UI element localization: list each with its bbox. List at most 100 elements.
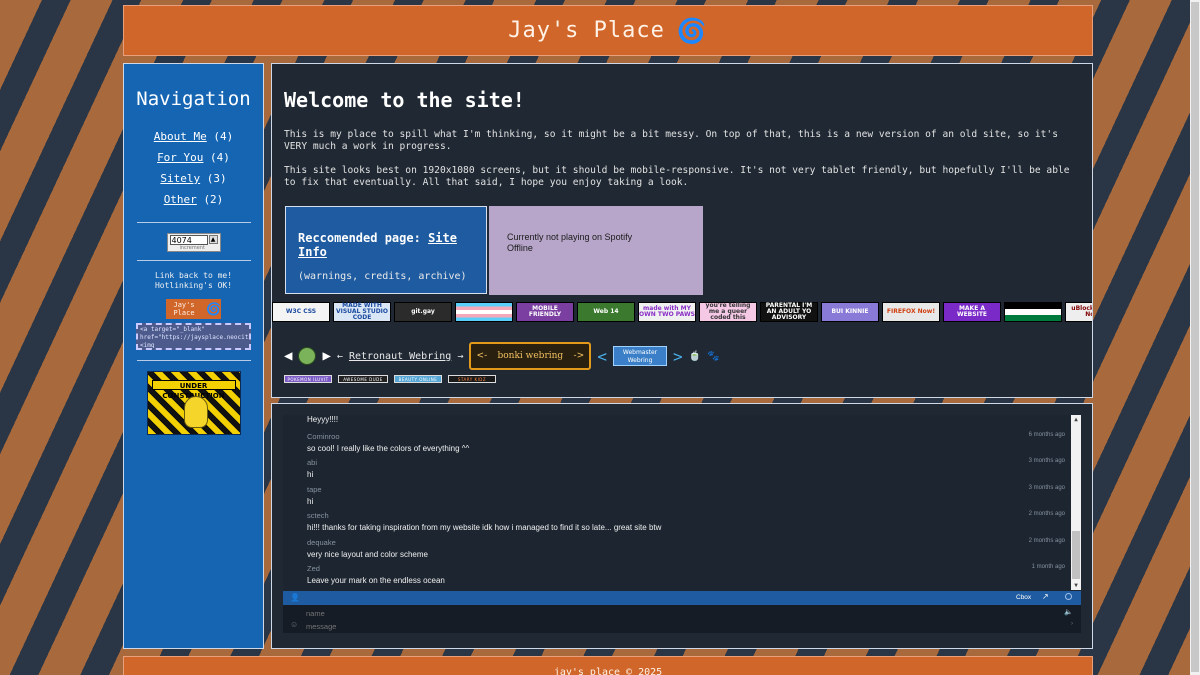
chat-scrollbar[interactable]: ▲ ▼ (1071, 415, 1081, 590)
badge-button[interactable] (455, 302, 513, 322)
bonki-next-link[interactable]: -> (574, 351, 585, 361)
chat-author[interactable]: dequake (307, 538, 1065, 547)
small-badge[interactable]: POKEMON ILUVIT (284, 375, 332, 383)
badge-button[interactable]: git.gay (394, 302, 452, 322)
chat-message: Zed Leave your mark on the endless ocean 1… (307, 564, 1065, 585)
badge-button[interactable] (1004, 302, 1062, 322)
badge-button[interactable]: Web 14 (577, 302, 635, 322)
page-scrollbar[interactable] (1190, 0, 1200, 675)
chat-message: sctech hi!!! thanks for taking inspiratio… (307, 511, 1065, 532)
chat-timestamp: 1 month ago (1031, 564, 1065, 570)
badge-button[interactable]: made with MY OWN TWO PAWS (638, 302, 696, 322)
divider (136, 260, 251, 261)
chat-timestamp: 2 months ago (1028, 511, 1065, 517)
scroll-thumb[interactable] (1072, 531, 1080, 579)
chat-author[interactable]: abi (307, 458, 1065, 467)
nav-link-other[interactable]: Other (164, 193, 197, 206)
chat-message: abi hi 3 months ago (307, 458, 1065, 479)
webring-prev-icon[interactable]: ◀ (284, 348, 292, 364)
badge-button[interactable]: W3C CSS (272, 302, 330, 322)
spiral-icon: 🌀 (676, 16, 708, 45)
divider (136, 222, 251, 223)
nav-item-for-you: For You (4) (157, 151, 230, 164)
chat-text: so cool! I really like the colors of eve… (307, 444, 470, 453)
chat-author[interactable]: Zed (307, 564, 1065, 573)
chat-author[interactable]: sctech (307, 511, 1065, 520)
counter-value: 4074 (169, 235, 208, 245)
cbox-chat-panel: Heyyy!!!! Cominroo so cool! I really like … (271, 403, 1093, 649)
badge-button[interactable]: uBlock Origin Now! (1065, 302, 1092, 322)
chat-text: very nice layout and color scheme (307, 550, 428, 559)
status-circle-icon[interactable] (1065, 593, 1072, 600)
emoji-icon[interactable]: ☺ (290, 620, 298, 629)
speaker-icon[interactable]: 🔈 (1064, 608, 1073, 616)
chat-text: Leave your mark on the endless ocean (307, 576, 445, 585)
chat-message-input[interactable] (306, 621, 1066, 632)
hit-counter[interactable]: 4074 ▲ increment (166, 233, 221, 252)
page-scroll-thumb[interactable] (1191, 2, 1199, 672)
chat-message: Heyyy!!!! (307, 415, 1065, 424)
retronaut-webring: ← Retronaut Webring → (337, 351, 463, 362)
site-88x31-button[interactable]: Jay's Place 🌀 (166, 299, 221, 319)
spotify-status: Currently not playing on Spotify (507, 232, 633, 242)
badge-button[interactable]: you're telling me a queer coded this (699, 302, 757, 322)
chat-name-input[interactable] (306, 608, 1066, 619)
nav-count: (3) (206, 172, 227, 185)
bonki-webring-link[interactable]: bonki webring (497, 351, 563, 361)
hotlink-code-box[interactable]: <a target="_blank" href="https://jayspla… (136, 323, 251, 350)
badge-button[interactable]: FIREFOX Now! (882, 302, 940, 322)
scroll-down-icon[interactable]: ▼ (1071, 581, 1081, 590)
spotify-offline: Offline (507, 243, 533, 253)
badge-button[interactable]: BUI KINNIE (821, 302, 879, 322)
nav-count: (4) (213, 130, 234, 143)
chat-timestamp: 3 months ago (1028, 485, 1065, 491)
bonki-webring: <- bonki webring -> (469, 342, 592, 370)
webmaster-prev-icon[interactable]: < (597, 347, 607, 366)
chat-message: dequake very nice layout and color scheme… (307, 538, 1065, 559)
creature-icon[interactable]: 🐾 (707, 351, 719, 362)
nav-item-about-me: About Me (4) (154, 130, 233, 143)
send-icon[interactable]: › (1071, 621, 1073, 627)
retronaut-next-arrow[interactable]: → (457, 351, 463, 362)
chat-author[interactable]: Cominroo (307, 432, 1065, 441)
badge-button[interactable]: MOBILE FRIENDLY (516, 302, 574, 322)
badge-button[interactable]: MADE WITH VISUAL STUDIO CODE (333, 302, 391, 322)
webmaster-next-icon[interactable]: > (673, 347, 683, 366)
badge-button[interactable]: MAKE A WEBSITE (943, 302, 1001, 322)
intro-paragraph: This is my place to spill what I'm think… (284, 129, 1058, 152)
chat-author[interactable]: tape (307, 485, 1065, 494)
site-footer: jay's place © 2025 (123, 656, 1093, 675)
spotify-status-widget[interactable]: Currently not playing on Spotify Offline (489, 206, 703, 295)
webring-next-icon[interactable]: ▶ (322, 348, 330, 364)
bonki-prev-link[interactable]: <- (477, 351, 488, 361)
user-icon[interactable]: 👤 (290, 593, 300, 602)
webring-row: ◀ ▶ ← Retronaut Webring → <- bonki webri… (284, 340, 720, 372)
chat-toolbar: 👤 Cbox ↗ (283, 591, 1081, 605)
nav-count: (4) (210, 151, 230, 164)
badge-button-row: W3C CSS MADE WITH VISUAL STUDIO CODE git.g… (272, 302, 1092, 324)
under-construction-image: UNDER CONSTRUCTION (146, 371, 241, 435)
page-title: Welcome to the site! (284, 88, 525, 112)
retronaut-prev-arrow[interactable]: ← (337, 351, 343, 362)
badge-button[interactable]: PARENTAL I'M AN ADULT YO ADVISORY (760, 302, 818, 322)
nav-link-for-you[interactable]: For You (157, 151, 203, 164)
retronaut-webring-link[interactable]: Retronaut Webring (349, 351, 451, 362)
nav-count: (2) (203, 193, 224, 206)
webmaster-webring-link[interactable]: Webmaster Webring (613, 346, 667, 366)
small-badge[interactable]: AWESOME DUDE (338, 375, 388, 383)
external-link-icon[interactable]: ↗ (1042, 592, 1049, 601)
chat-text: hi (307, 470, 314, 479)
cup-icon[interactable]: 🍵 (689, 351, 701, 362)
small-badge[interactable]: BEAUTY ONLINE (394, 375, 442, 383)
counter-up-icon[interactable]: ▲ (208, 235, 218, 244)
chat-input-area: 🔈 ☺ › (283, 605, 1081, 633)
chat-text: hi (307, 497, 314, 506)
cbox-brand-link[interactable]: Cbox (1016, 594, 1031, 601)
nav-link-about-me[interactable]: About Me (154, 130, 207, 143)
nav-link-sitely[interactable]: Sitely (160, 172, 200, 185)
small-badge[interactable]: STARY KIDZ (448, 375, 496, 383)
intro-paragraph-2: This site looks best on 1920x1080 screen… (284, 165, 1070, 188)
recommended-subtitle: (warnings, credits, archive) (298, 271, 467, 282)
webring-badge-icon[interactable] (298, 347, 317, 365)
scroll-up-icon[interactable]: ▲ (1071, 415, 1081, 424)
